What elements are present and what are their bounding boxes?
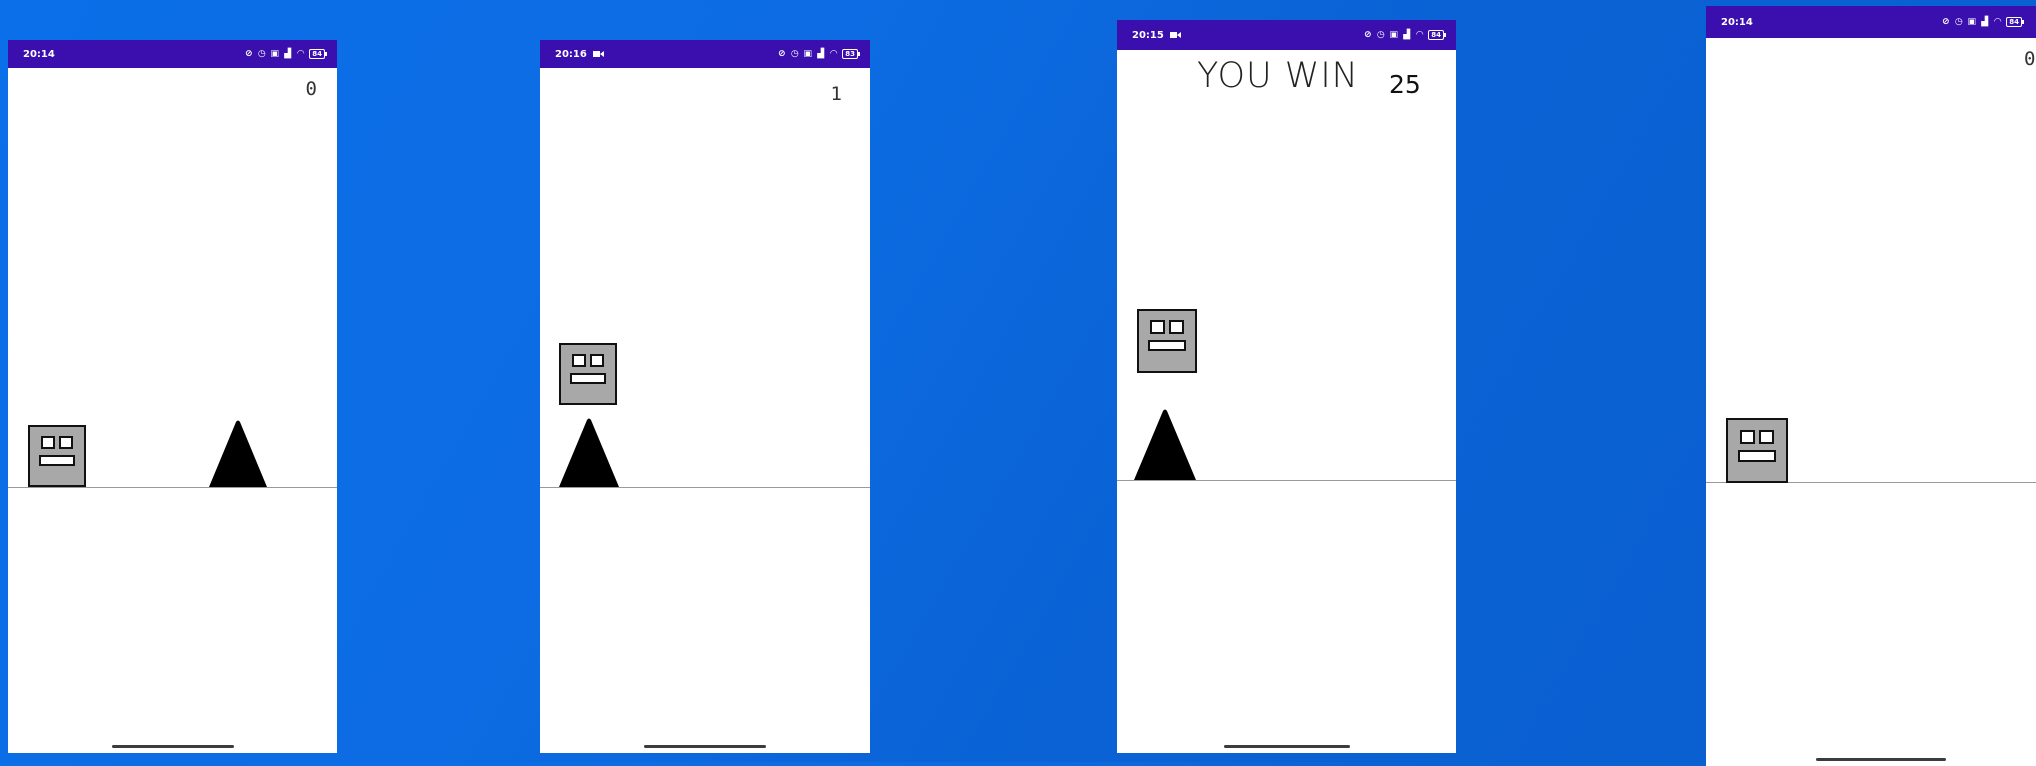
battery-icon: 84 (309, 49, 327, 59)
home-indicator (1816, 758, 1946, 761)
status-time: 20:16 (555, 48, 587, 60)
player-mouth (1738, 450, 1776, 462)
home-indicator (112, 745, 234, 748)
alarm-icon: ◷ (257, 48, 266, 59)
wifi-icon: ◠ (1994, 16, 2002, 27)
score-counter: 25 (1389, 70, 1421, 99)
player-cube[interactable] (1726, 418, 1788, 483)
win-message: YOU WIN (1197, 56, 1359, 96)
player-eye-right (59, 436, 73, 449)
sim-icon: ▣ (270, 48, 279, 59)
wifi-icon: ◠ (1416, 29, 1424, 40)
game-screen-2[interactable]: 20:16 ⊘ ◷ ▣ ▟ ◠ 83 1 (540, 40, 870, 753)
player-eye-left (41, 436, 55, 449)
ground-line (8, 487, 337, 488)
player-mouth (39, 455, 75, 466)
alarm-icon: ◷ (790, 48, 799, 59)
player-mouth (1148, 340, 1186, 351)
sim-icon: ▣ (1389, 29, 1398, 40)
wifi-icon: ◠ (830, 48, 838, 59)
sync-off-icon: ⊘ (1363, 29, 1372, 40)
status-time: 20:14 (1721, 16, 1753, 28)
signal-icon: ▟ (1403, 29, 1411, 40)
spike-icon (1134, 409, 1196, 480)
alarm-icon: ◷ (1954, 16, 1963, 27)
game-screen-4[interactable]: 20:14 ⊘ ◷ ▣ ▟ ◠ 84 0 (1706, 6, 2036, 766)
status-bar: 20:14 ⊘ ◷ ▣ ▟ ◠ 84 (8, 40, 337, 68)
status-bar: 20:16 ⊘ ◷ ▣ ▟ ◠ 83 (540, 40, 870, 68)
home-indicator (644, 745, 766, 748)
player-eye-right (590, 354, 604, 367)
status-bar: 20:15 ⊘ ◷ ▣ ▟ ◠ 84 (1117, 20, 1456, 50)
player-eye-right (1169, 320, 1184, 334)
status-time: 20:14 (23, 48, 55, 60)
spike-icon (559, 418, 619, 487)
player-cube[interactable] (1137, 309, 1197, 373)
player-eye-left (1740, 430, 1755, 444)
battery-icon: 83 (842, 49, 860, 59)
signal-icon: ▟ (284, 48, 292, 59)
score-counter: 1 (830, 83, 842, 105)
player-cube[interactable] (559, 343, 617, 405)
score-counter: 0 (305, 78, 317, 100)
sim-icon: ▣ (1967, 16, 1976, 27)
sync-off-icon: ⊘ (244, 48, 253, 59)
player-mouth (570, 373, 606, 384)
signal-icon: ▟ (817, 48, 825, 59)
game-screen-1[interactable]: 20:14 ⊘ ◷ ▣ ▟ ◠ 84 0 (8, 40, 337, 753)
wifi-icon: ◠ (297, 48, 305, 59)
player-eye-left (1150, 320, 1165, 334)
alarm-icon: ◷ (1376, 29, 1385, 40)
battery-icon: 84 (2006, 17, 2024, 27)
status-time: 20:15 (1132, 29, 1164, 41)
sync-off-icon: ⊘ (777, 48, 786, 59)
player-eye-right (1759, 430, 1774, 444)
spike-icon (209, 420, 267, 487)
score-counter: 0 (2024, 48, 2036, 70)
player-eye-left (572, 354, 586, 367)
sync-off-icon: ⊘ (1941, 16, 1950, 27)
game-screen-3[interactable]: 20:15 ⊘ ◷ ▣ ▟ ◠ 84 YOU WIN 25 (1117, 20, 1456, 753)
screen-record-icon (1169, 32, 1181, 38)
screen-record-icon (592, 51, 604, 57)
sim-icon: ▣ (803, 48, 812, 59)
signal-icon: ▟ (1981, 16, 1989, 27)
home-indicator (1224, 745, 1350, 748)
battery-icon: 84 (1428, 30, 1446, 40)
player-cube[interactable] (28, 425, 86, 487)
status-bar: 20:14 ⊘ ◷ ▣ ▟ ◠ 84 (1706, 6, 2036, 38)
